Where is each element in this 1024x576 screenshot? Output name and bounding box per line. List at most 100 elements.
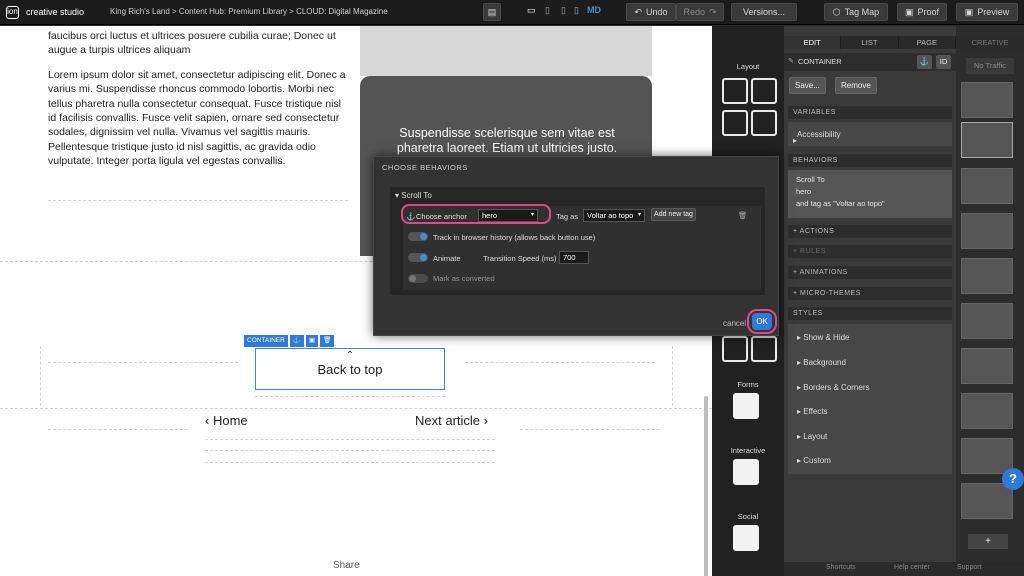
- tab-page[interactable]: PAGE: [898, 36, 956, 49]
- track-history-label: Track in browser history (allows back bu…: [433, 233, 596, 242]
- animate-toggle[interactable]: [408, 253, 428, 262]
- accessibility-chevron-icon: ▸: [793, 136, 798, 145]
- style-effects[interactable]: ▸ Effects: [797, 407, 828, 416]
- cancel-link[interactable]: cancel: [723, 319, 746, 328]
- page-thumbnail[interactable]: [961, 438, 1013, 474]
- vertical-scrollbar[interactable]: [704, 396, 708, 576]
- style-custom[interactable]: ▸ Custom: [797, 456, 831, 465]
- device-size-label[interactable]: MD: [587, 5, 601, 15]
- frame-widget-icon[interactable]: [722, 336, 748, 362]
- style-layout[interactable]: ▸ Layout: [797, 432, 827, 441]
- track-history-toggle[interactable]: [408, 232, 428, 241]
- undo-label: Undo: [646, 7, 668, 17]
- style-borders-corners[interactable]: ▸ Borders & Corners: [797, 383, 870, 392]
- video-widget-icon[interactable]: [733, 459, 759, 485]
- rules-header[interactable]: + RULES: [788, 245, 952, 258]
- gray-image-block[interactable]: [360, 26, 652, 76]
- back-to-top-container[interactable]: ⌃ Back to top: [255, 348, 445, 390]
- page-thumbnail[interactable]: [961, 213, 1013, 249]
- delete-icon[interactable]: 🗑: [320, 335, 335, 347]
- properties-panel: EDIT LIST PAGE ✎ CONTAINER ⚓ ID Save... …: [784, 26, 956, 576]
- tag-select[interactable]: Voltar ao topo ▾: [583, 209, 645, 222]
- remove-button[interactable]: Remove: [835, 77, 877, 94]
- ok-button[interactable]: OK: [752, 313, 772, 330]
- id-button[interactable]: ID: [936, 55, 951, 69]
- phone-device-icon[interactable]: ▯: [574, 5, 579, 16]
- help-icon[interactable]: ?: [1002, 468, 1024, 490]
- guide-line: [0, 408, 712, 409]
- laptop-device-icon[interactable]: ▯: [545, 5, 550, 16]
- accessibility-row[interactable]: Accessibility: [788, 122, 952, 146]
- interactive-category-label: Interactive: [730, 446, 766, 455]
- page-thumbnail[interactable]: [961, 168, 1013, 204]
- paragraph-1: faucibus orci luctus et ultrices posuere…: [48, 30, 336, 57]
- next-article-link[interactable]: Next article ›: [415, 413, 488, 428]
- behavior-summary[interactable]: Scroll To hero and tag as "Voltar ao top…: [788, 170, 952, 218]
- guide-line: [520, 429, 660, 430]
- versions-label: Versions...: [742, 7, 786, 17]
- layout-widget-icon-1[interactable]: [722, 78, 748, 104]
- page-thumbnail[interactable]: [961, 393, 1013, 429]
- card-text: Suspendisse scelerisque sem vitae est ph…: [396, 126, 618, 155]
- chevron-left-icon: ‹: [205, 413, 210, 428]
- animate-label: Animate: [433, 254, 461, 263]
- undo-button[interactable]: ↶ Undo: [626, 3, 676, 21]
- help-center-link[interactable]: Help center: [894, 564, 930, 571]
- tab-edit[interactable]: EDIT: [784, 36, 842, 49]
- support-link[interactable]: Support: [957, 564, 982, 571]
- page-thumbnail[interactable]: [961, 258, 1013, 294]
- guide-line: [48, 200, 348, 201]
- monitor-icon: ▤: [487, 6, 497, 17]
- breadcrumb[interactable]: King Rich's Land > Content Hub: Premium …: [110, 7, 388, 16]
- layout-toggle-button[interactable]: ▤: [483, 3, 501, 21]
- proof-icon: ▣: [904, 6, 914, 17]
- tablet-device-icon[interactable]: ▯: [561, 5, 566, 16]
- tab-creative[interactable]: CREATIVE: [956, 36, 1024, 49]
- animations-header[interactable]: + ANIMATIONS: [788, 266, 952, 279]
- behaviors-header: BEHAVIORS: [788, 154, 952, 167]
- anchor-icon[interactable]: ⚓: [289, 335, 304, 347]
- desktop-device-icon[interactable]: ▭: [527, 5, 536, 16]
- add-page-button[interactable]: +: [968, 534, 1008, 549]
- forms-category-label: Forms: [737, 380, 759, 389]
- app-logo[interactable]: ion creative studio: [6, 5, 84, 19]
- guide-line: [48, 362, 238, 363]
- style-show-hide[interactable]: ▸ Show & Hide: [797, 333, 850, 342]
- shortcuts-link[interactable]: Shortcuts: [826, 564, 856, 571]
- save-button[interactable]: Save...: [789, 77, 826, 94]
- scroll-to-header[interactable]: ▾ Scroll To: [395, 191, 432, 200]
- comment-widget-icon[interactable]: [733, 525, 759, 551]
- download-widget-icon[interactable]: [751, 110, 777, 136]
- add-new-tag-button[interactable]: Add new tag: [651, 208, 696, 221]
- columns-widget-icon[interactable]: [722, 110, 748, 136]
- tag-map-button[interactable]: ⬡ Tag Map: [824, 3, 888, 21]
- micro-themes-header[interactable]: + MICRO-THEMES: [788, 287, 952, 300]
- mark-converted-toggle[interactable]: [408, 274, 428, 283]
- page-thumbnail[interactable]: [961, 303, 1013, 339]
- page-thumbnail[interactable]: [961, 122, 1013, 158]
- preview-button[interactable]: ▣ Preview: [956, 3, 1018, 21]
- trash-icon[interactable]: 🗑: [738, 211, 748, 220]
- actions-header[interactable]: + ACTIONS: [788, 225, 952, 238]
- redo-button[interactable]: Redo ↷: [676, 3, 724, 21]
- tab-list[interactable]: LIST: [841, 36, 899, 49]
- settings-icon[interactable]: ▣: [305, 335, 319, 347]
- home-link[interactable]: ‹ Home: [205, 413, 248, 428]
- preview-label: Preview: [977, 7, 1010, 17]
- proof-button[interactable]: ▣ Proof: [897, 3, 947, 21]
- code-widget-icon[interactable]: [751, 336, 777, 362]
- form-widget-icon[interactable]: [733, 393, 759, 419]
- versions-button[interactable]: Versions...: [731, 3, 797, 21]
- transition-speed-input[interactable]: 700: [559, 251, 589, 264]
- chevron-up-icon: ⌃: [345, 350, 355, 361]
- guide-line: [672, 346, 673, 406]
- page-thumbnail[interactable]: [961, 483, 1013, 519]
- page-thumbnail[interactable]: [961, 82, 1013, 118]
- style-background[interactable]: ▸ Background: [797, 358, 846, 367]
- guide-line: [465, 362, 655, 363]
- layout-widget-icon-2[interactable]: [751, 78, 777, 104]
- anchor-icon[interactable]: ⚓: [917, 55, 932, 69]
- article-text[interactable]: faucibus orci luctus et ultrices posuere…: [48, 29, 348, 169]
- container-tag[interactable]: CONTAINER: [244, 335, 288, 347]
- page-thumbnail[interactable]: [961, 348, 1013, 384]
